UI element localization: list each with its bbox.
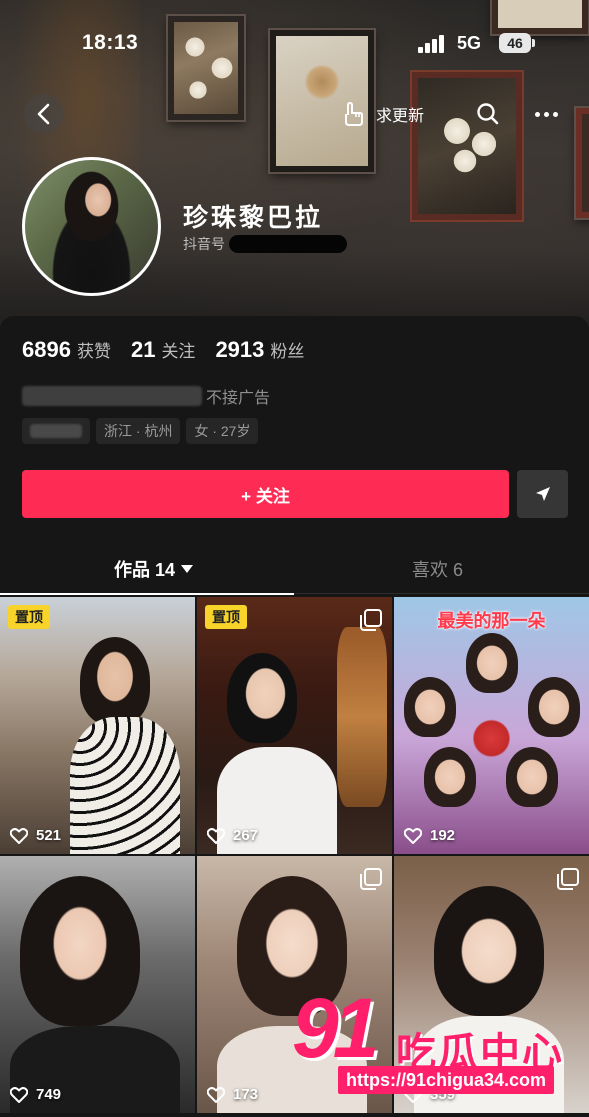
cover-frame-5 <box>576 108 589 218</box>
video-likes: 521 <box>10 827 61 844</box>
follow-button[interactable]: + 关注 <box>22 470 509 518</box>
account-id: 抖音号 <box>183 234 347 254</box>
heart-icon <box>404 827 422 844</box>
heart-icon <box>10 827 28 844</box>
gender-age-tag: 女 · 27岁 <box>186 418 259 444</box>
tab-works[interactable]: 作品 14 <box>114 552 194 586</box>
request-update-label: 求更新 <box>376 108 425 125</box>
signal-icon <box>418 33 450 53</box>
profile-name: 珍珠黎巴拉 <box>183 204 324 232</box>
video-likes-count: 267 <box>233 827 259 844</box>
stat-followers-label: 粉丝 <box>270 342 305 361</box>
redacted-account-id <box>229 235 347 253</box>
dot-icon <box>543 111 549 117</box>
video-likes-count: 521 <box>36 827 62 844</box>
watermark-logo: 91 <box>292 981 379 1075</box>
caret-down-icon <box>181 565 194 573</box>
battery-icon: 46 <box>499 33 535 53</box>
hand-point-icon <box>345 102 363 126</box>
stat-likes-value[interactable]: 6896 <box>22 337 71 363</box>
account-id-prefix: 抖音号 <box>183 236 225 252</box>
blurred-bio-text <box>22 386 202 406</box>
profile-tags: 浙江 · 杭州 女 · 27岁 <box>22 418 259 444</box>
multi-image-icon <box>360 868 382 890</box>
heart-icon <box>207 1086 225 1103</box>
video-thumbnail[interactable]: 置顶 521 <box>0 597 195 854</box>
pinned-badge: 置顶 <box>8 605 50 629</box>
video-caption: 最美的那一朵 <box>437 611 546 631</box>
network-type: 5G <box>457 33 482 53</box>
chevron-left-icon <box>37 103 50 125</box>
dot-icon <box>534 111 540 117</box>
video-likes: 173 <box>207 1086 258 1103</box>
send-icon <box>535 487 550 501</box>
heart-icon <box>207 827 225 844</box>
tab-likes[interactable]: 喜欢 6 <box>412 552 463 586</box>
video-likes-count: 192 <box>430 827 456 844</box>
more-button[interactable] <box>530 98 562 130</box>
bio-text: 不接广告 <box>206 390 271 407</box>
stat-following-label: 关注 <box>161 342 196 361</box>
avatar[interactable] <box>22 157 161 296</box>
heart-icon <box>10 1086 28 1103</box>
tab-likes-label: 喜欢 6 <box>412 560 464 580</box>
video-likes: 267 <box>207 827 258 844</box>
pinned-badge: 置顶 <box>205 605 247 629</box>
status-time: 18:13 <box>82 31 139 54</box>
video-thumbnail[interactable]: 最美的那一朵 192 <box>394 597 589 854</box>
active-tab-indicator <box>0 593 294 595</box>
stat-followers-value[interactable]: 2913 <box>215 337 264 363</box>
stat-likes-label: 获赞 <box>76 342 111 361</box>
location-tag: 浙江 · 杭州 <box>96 418 181 444</box>
tab-divider <box>294 593 589 594</box>
share-button[interactable] <box>517 470 568 518</box>
profile-stats: 6896 获赞 21 关注 2913 粉丝 <box>22 337 318 363</box>
back-button[interactable] <box>24 94 64 134</box>
profile-bio: 不接广告 <box>22 384 270 408</box>
request-update-button[interactable]: 求更新 <box>340 96 424 132</box>
watermark-url: https://91chigua34.com <box>338 1066 555 1094</box>
stat-following-value[interactable]: 21 <box>131 337 155 363</box>
multi-image-icon <box>557 868 579 890</box>
search-button[interactable] <box>472 98 504 130</box>
video-thumbnail[interactable]: 置顶 267 <box>197 597 392 854</box>
video-likes-count: 173 <box>233 1086 259 1103</box>
blurred-tag <box>22 418 90 444</box>
video-thumbnail[interactable]: 749 <box>0 856 195 1113</box>
multi-image-icon <box>360 609 382 631</box>
dot-icon <box>552 111 558 117</box>
cover-frame-4 <box>492 0 588 34</box>
video-likes: 192 <box>404 827 455 844</box>
video-likes-count: 749 <box>36 1086 62 1103</box>
tab-works-label: 作品 14 <box>114 560 176 580</box>
search-icon <box>477 103 499 125</box>
cover-frame-1 <box>168 16 244 120</box>
cover-frame-3 <box>412 72 522 220</box>
video-likes: 749 <box>10 1086 61 1103</box>
